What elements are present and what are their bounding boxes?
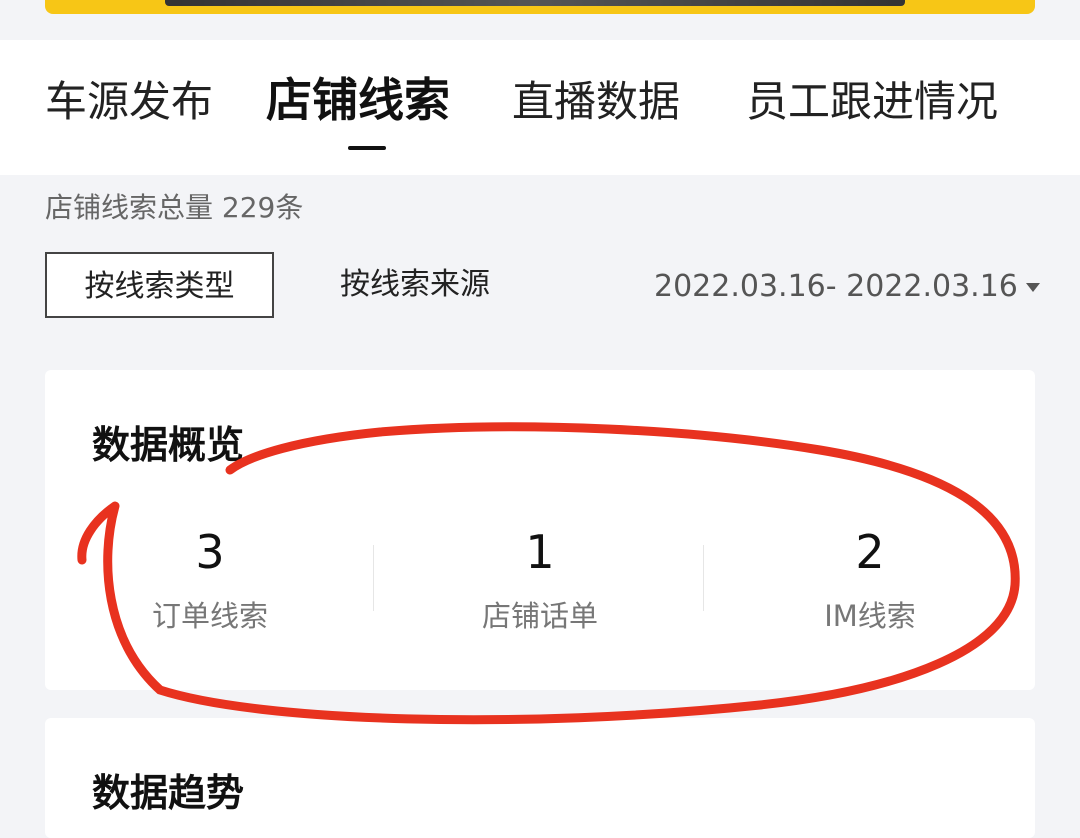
- stat-value: 1: [525, 525, 555, 579]
- tab-bar: 车源发布 店铺线索 直播数据 员工跟进情况: [0, 40, 1080, 170]
- overview-title: 数据概览: [92, 423, 245, 467]
- stat-label: 店铺话单: [481, 599, 598, 633]
- tab-vehicle-publish[interactable]: 车源发布: [45, 72, 213, 132]
- tab-live-data[interactable]: 直播数据: [512, 72, 680, 132]
- filter-by-type-button[interactable]: 按线索类型: [45, 252, 274, 318]
- filter-by-source-button[interactable]: 按线索来源: [320, 252, 510, 318]
- stat-label: IM线索: [824, 599, 916, 633]
- stat-store-calls[interactable]: 1 店铺话单: [375, 520, 705, 644]
- stat-label: 订单线索: [151, 599, 268, 633]
- trend-card: 数据趋势: [45, 718, 1035, 838]
- stat-order-leads[interactable]: 3 订单线索: [45, 520, 375, 644]
- stat-value: 2: [855, 525, 885, 579]
- leads-total-summary: 店铺线索总量 229条: [45, 191, 304, 224]
- stat-divider: [703, 545, 704, 611]
- banner-image: [165, 0, 905, 6]
- tab-store-leads[interactable]: 店铺线索: [266, 70, 450, 130]
- stat-im-leads[interactable]: 2 IM线索: [705, 520, 1035, 644]
- overview-card: 数据概览 3 订单线索 1 店铺话单 2 IM线索: [45, 370, 1035, 690]
- top-banner[interactable]: [45, 0, 1035, 14]
- tab-staff-followup[interactable]: 员工跟进情况: [746, 72, 998, 132]
- stat-value: 3: [195, 525, 225, 579]
- date-range-text: 2022.03.16- 2022.03.16: [654, 269, 1018, 304]
- date-range-picker[interactable]: 2022.03.16- 2022.03.16: [654, 262, 1040, 312]
- caret-down-icon: [1025, 283, 1040, 292]
- trend-title: 数据趋势: [92, 771, 245, 815]
- active-tab-indicator: [348, 146, 386, 150]
- stat-divider: [373, 545, 374, 611]
